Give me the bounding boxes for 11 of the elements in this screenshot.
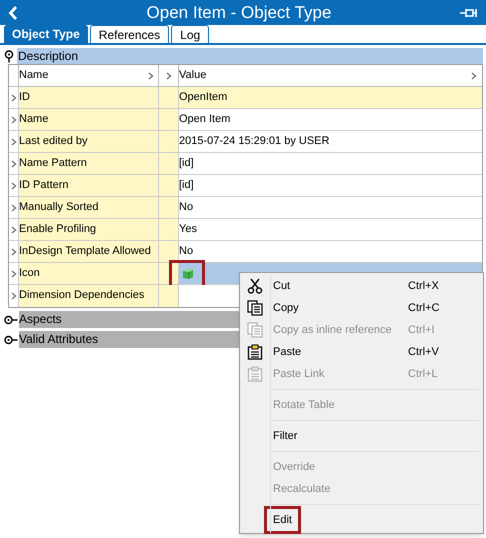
table-cell: Last edited by — [19, 131, 159, 152]
table-cell: ID — [19, 87, 159, 108]
table-cell: Name Pattern — [19, 153, 159, 174]
table-cell: Dimension Dependencies — [19, 285, 159, 307]
window-title: Open Item - Object Type — [146, 2, 332, 24]
table-cell: Enable Profiling — [19, 219, 159, 240]
table-cell: InDesign Template Allowed — [19, 241, 159, 262]
table-cell: Name — [19, 109, 159, 130]
table-cell: Icon — [19, 263, 159, 284]
table-cell: ID Pattern — [19, 175, 159, 196]
table-cell: Manually Sorted — [19, 197, 159, 218]
